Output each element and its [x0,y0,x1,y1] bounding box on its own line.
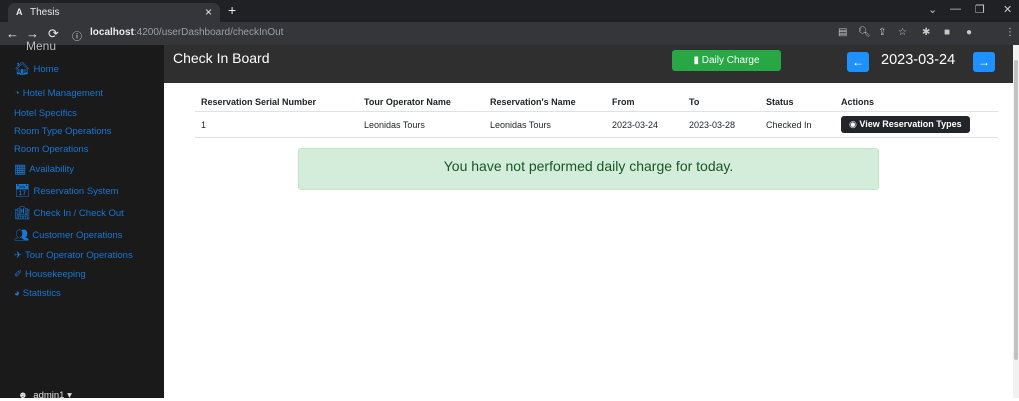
file-icon: ▮ [693,55,699,66]
column-header: Actions [835,93,998,112]
browser-tab-bar: A Thesis × + ⌄ — ❐ ✕ [0,0,1019,22]
table-icon: ▦ [14,161,27,176]
close-tab-icon[interactable]: × [205,5,212,19]
cell-to: 2023-03-28 [683,111,760,138]
users-icon: 👥︎ [14,228,30,242]
zoom-icon[interactable]: 🔍︎ [858,27,871,38]
sidebar-item-availability[interactable]: ▦ Availability [14,161,74,177]
info-icon[interactable]: ⓘ [72,28,82,43]
home-icon: 🏠︎ [14,61,31,76]
sidebar-item-statistics[interactable]: ◕ Statistics [14,285,61,301]
arrow-left-icon: ← [852,55,864,69]
user-menu[interactable]: ☻ admin1 ▾ [18,390,72,401]
calendar-icon: 📅︎ [14,183,31,198]
favicon-icon: A [16,7,23,17]
window-close-icon[interactable]: ✕ [1003,3,1012,16]
column-header: Status [760,93,835,112]
daily-charge-alert: You have not performed daily charge for … [298,148,879,190]
sidebar-item-customer-operations[interactable]: 👥︎ Customer Operations [14,227,123,243]
extensions-icon[interactable]: ✱ [922,27,930,38]
sidebar-item-hotel-management[interactable]: ◔ Hotel Management [14,85,103,101]
browser-tab[interactable]: A Thesis × [8,3,220,22]
broom-icon: ✐ [14,268,22,280]
page-title: Check In Board [173,50,270,66]
profile-icon[interactable]: ● [966,27,972,38]
sidebar-item-tour-operator-operations[interactable]: ✈ Tour Operator Operations [14,247,133,263]
arrow-right-icon: → [978,55,990,69]
current-date: 2023-03-24 [881,52,956,68]
column-header: Reservation Serial Number [195,93,358,112]
column-header: Reservation's Name [484,93,606,112]
cell-actions: ◉ View Reservation Types [835,111,998,138]
column-header: Tour Operator Name [358,93,484,112]
share-icon[interactable]: ⇪ [878,27,886,38]
sidebar-item-hotel-specifics[interactable]: Hotel Specifics [14,105,77,121]
reservations-table: Reservation Serial Number Tour Operator … [195,93,998,138]
cell-from: 2023-03-24 [606,111,683,138]
sidebar: Menu 🏠︎ Home ◔ Hotel Management Hotel Spec… [0,39,164,401]
table-header-row: Reservation Serial Number Tour Operator … [195,93,998,112]
tab-search-icon[interactable]: ⌄ [928,3,937,16]
hotel-icon: 🏨︎ [14,205,31,220]
sidebar-item-room-operations[interactable]: Room Operations [14,141,88,157]
address-bar: ← → ⟳ ⓘ localhost:4200/userDashboard/che… [0,22,1019,45]
sidepanel-icon[interactable]: ■ [944,27,950,38]
column-header: To [683,93,760,112]
back-icon[interactable]: ← [6,26,19,41]
sidebar-item-home[interactable]: 🏠︎ Home [14,61,59,77]
bookmark-star-icon[interactable]: ☆ [898,27,907,38]
next-day-button[interactable]: → [973,52,995,72]
minimize-icon[interactable]: — [950,3,961,15]
daily-charge-button[interactable]: ▮ Daily Charge [672,50,781,71]
cell-status: Checked In [760,111,835,138]
sidebar-item-housekeeping[interactable]: ✐ Housekeeping [14,266,86,282]
plane-icon: ✈ [14,249,22,261]
more-menu-icon[interactable]: ⋮ [1005,27,1015,38]
restore-icon[interactable]: ❐ [975,3,985,16]
sidebar-item-check-in-out[interactable]: 🏨︎ Check In / Check Out [14,205,124,221]
cell-operator: Leonidas Tours [358,111,484,138]
tab-title: Thesis [30,7,60,18]
sidebar-item-room-type-operations[interactable]: Room Type Operations [14,123,112,139]
eye-icon: ◉ [849,119,857,129]
scrollbar-thumb[interactable] [1014,60,1018,360]
previous-day-button[interactable]: ← [847,52,869,72]
sidebar-item-reservation-system[interactable]: 📅︎ Reservation System [14,183,119,199]
translate-icon[interactable]: ▤ [838,27,847,38]
url-field[interactable]: localhost:4200/userDashboard/checkInOut [90,27,283,38]
new-tab-icon[interactable]: + [228,2,236,18]
cell-name: Leonidas Tours [484,111,606,138]
board-header: Check In Board ▮ Daily Charge ← 2023-03-… [164,45,1019,83]
column-header: From [606,93,683,112]
chart-icon: ◕ [14,287,20,299]
menu-heading: Menu [26,39,57,53]
dashboard-icon: ◔ [14,87,20,99]
view-reservation-types-button[interactable]: ◉ View Reservation Types [841,116,970,133]
avatar: ☻ [18,390,28,401]
table-row: 1 Leonidas Tours Leonidas Tours 2023-03-… [195,111,998,138]
caret-down-icon: ▾ [67,390,72,401]
cell-serial: 1 [195,111,358,138]
